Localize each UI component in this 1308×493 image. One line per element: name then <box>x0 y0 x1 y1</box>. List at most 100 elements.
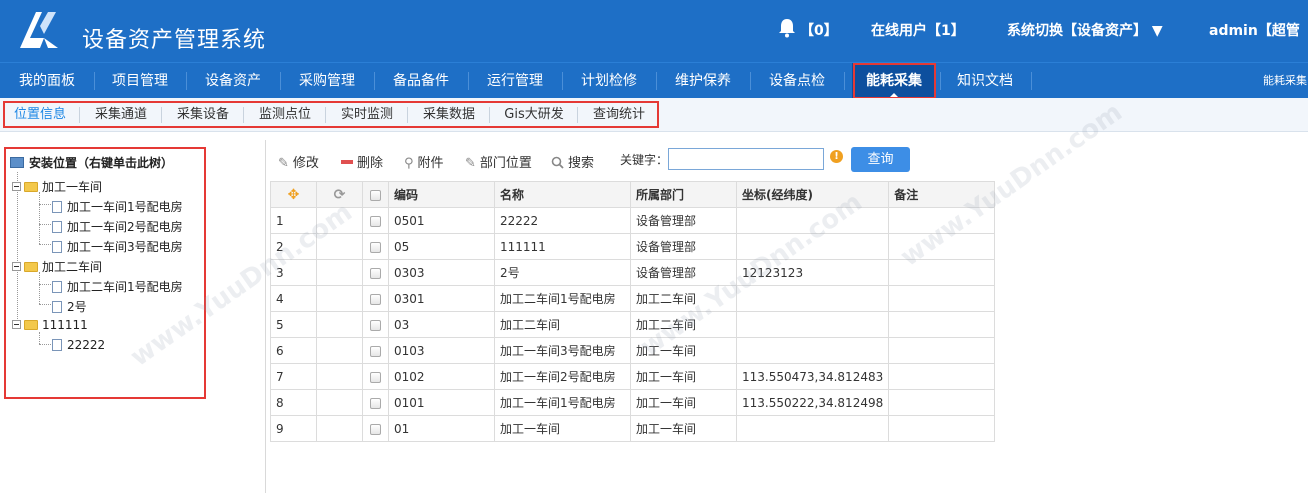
search-icon <box>551 156 564 169</box>
tree-node-label: 加工二车间 <box>42 260 103 274</box>
folder-icon <box>24 181 38 192</box>
nav-item-planned-maintenance[interactable]: 计划检修 <box>562 63 656 99</box>
table-row[interactable]: 6 0103 加工一车间3号配电房 加工一车间 <box>270 337 996 364</box>
paperclip-icon: ⚲ <box>404 156 414 171</box>
tree-node-file[interactable]: 2号 <box>52 298 87 315</box>
table-row[interactable]: 9 01 加工一车间 加工一车间 <box>270 415 996 442</box>
row-checkbox[interactable] <box>362 311 389 338</box>
cell-code: 01 <box>388 415 495 442</box>
nav-item-operations[interactable]: 运行管理 <box>468 63 562 99</box>
query-button[interactable]: 查询 <box>851 147 910 172</box>
cell-department: 加工二车间 <box>630 311 737 338</box>
tree-node-label: 加工一车间2号配电房 <box>67 220 183 234</box>
user-menu[interactable]: admin【超管 <box>1209 20 1300 40</box>
row-checkbox[interactable] <box>362 259 389 286</box>
folder-icon <box>24 261 38 272</box>
system-switch-dropdown[interactable]: 系统切换【设备资产】 ▼ <box>1007 20 1163 40</box>
nav-item-projects[interactable]: 项目管理 <box>94 63 186 99</box>
file-icon <box>52 338 62 351</box>
row-checkbox[interactable] <box>362 285 389 312</box>
nav-item-inspection[interactable]: 设备点检 <box>750 63 844 99</box>
nav-item-upkeep[interactable]: 维护保养 <box>656 63 750 99</box>
nav-item-assets[interactable]: 设备资产 <box>186 63 280 99</box>
nav-item-dashboard[interactable]: 我的面板 <box>0 63 94 99</box>
row-number: 5 <box>270 311 317 338</box>
tree-node-label: 111111 <box>42 318 88 332</box>
cell-code: 03 <box>388 311 495 338</box>
tree-node-folder[interactable]: 加工一车间 <box>12 178 102 195</box>
cell-remarks <box>888 311 996 338</box>
nav-item-knowledge-docs[interactable]: 知识文档 <box>940 63 1030 99</box>
tree-root[interactable]: 安装位置（右键单击此树） <box>10 154 173 171</box>
tree-node-file[interactable]: 22222 <box>52 338 105 352</box>
tree-node-label: 2号 <box>67 300 87 314</box>
collapse-icon[interactable] <box>12 262 21 271</box>
row-checkbox[interactable] <box>362 363 389 390</box>
location-table: ✥ ⟳ 编码 名称 所属部门 坐标(经纬度) 备注 1 0501 22222 设备管… <box>270 181 996 442</box>
cell-code: 0102 <box>388 363 495 390</box>
cell-department: 加工一车间 <box>630 415 737 442</box>
table-row[interactable]: 2 05 111111 设备管理部 <box>270 233 996 260</box>
cell-coordinates <box>735 415 890 442</box>
keyword-input[interactable] <box>668 148 824 170</box>
table-row[interactable]: 3 0303 2号 设备管理部 12123123 <box>270 259 996 286</box>
row-checkbox[interactable] <box>362 415 389 442</box>
refresh-icon[interactable]: ⟳ <box>316 181 363 208</box>
row-checkbox[interactable] <box>362 337 389 364</box>
tree-node-file[interactable]: 加工二车间1号配电房 <box>52 278 183 295</box>
table-row[interactable]: 8 0101 加工一车间1号配电房 加工一车间 113.550222,34.81249… <box>270 389 996 416</box>
tree-node-file[interactable]: 加工一车间3号配电房 <box>52 238 183 255</box>
tree-node-file[interactable]: 加工一车间2号配电房 <box>52 218 183 235</box>
file-icon <box>52 240 62 253</box>
row-number: 2 <box>270 233 317 260</box>
table-row[interactable]: 5 03 加工二车间 加工二车间 <box>270 311 996 338</box>
cell-department: 加工二车间 <box>630 285 737 312</box>
file-icon <box>52 300 62 313</box>
tree-node-file[interactable]: 加工一车间1号配电房 <box>52 198 183 215</box>
table-row[interactable]: 7 0102 加工一车间2号配电房 加工一车间 113.550473,34.81248… <box>270 363 996 390</box>
tree-node-folder[interactable]: 111111 <box>12 318 88 332</box>
search-button[interactable]: 搜索 <box>551 152 594 171</box>
cell-coordinates <box>735 233 890 260</box>
cell-name: 2号 <box>494 259 631 286</box>
tree-node-folder[interactable]: 加工二车间 <box>12 258 102 275</box>
tree-node-label: 加工二车间1号配电房 <box>67 280 183 294</box>
file-icon <box>52 280 62 293</box>
row-checkbox[interactable] <box>362 389 389 416</box>
delete-button[interactable]: 删除 <box>341 152 383 171</box>
notification-count[interactable]: 【0】 <box>800 20 838 40</box>
collapse-icon[interactable] <box>12 320 21 329</box>
row-checkbox[interactable] <box>362 233 389 260</box>
nav-item-purchasing[interactable]: 采购管理 <box>280 63 374 99</box>
nav-item-spare-parts[interactable]: 备品备件 <box>374 63 468 99</box>
app-logo-icon <box>20 12 58 48</box>
column-header-name[interactable]: 名称 <box>494 181 631 208</box>
table-row[interactable]: 1 0501 22222 设备管理部 <box>270 207 996 234</box>
cell-code: 05 <box>388 233 495 260</box>
row-number: 4 <box>270 285 317 312</box>
online-users[interactable]: 在线用户【1】 <box>871 20 965 40</box>
row-number: 8 <box>270 389 317 416</box>
cell-coordinates <box>735 285 890 312</box>
row-number: 6 <box>270 337 317 364</box>
cell-code: 0101 <box>388 389 495 416</box>
column-settings-icon[interactable]: ✥ <box>270 181 317 208</box>
row-checkbox[interactable] <box>362 207 389 234</box>
select-all-checkbox[interactable] <box>362 181 389 208</box>
cell-code: 0301 <box>388 285 495 312</box>
cell-name: 加工二车间 <box>494 311 631 338</box>
dept-location-button[interactable]: ✎ 部门位置 <box>465 152 532 171</box>
column-header-coordinates[interactable]: 坐标(经纬度) <box>735 181 890 208</box>
collapse-icon[interactable] <box>12 182 21 191</box>
attachment-button[interactable]: ⚲ 附件 <box>404 152 444 171</box>
table-row[interactable]: 4 0301 加工二车间1号配电房 加工二车间 <box>270 285 996 312</box>
cell-coordinates <box>735 207 890 234</box>
column-header-remarks[interactable]: 备注 <box>888 181 996 208</box>
bell-icon[interactable] <box>778 18 796 38</box>
cell-name: 加工一车间2号配电房 <box>494 363 631 390</box>
column-header-department[interactable]: 所属部门 <box>630 181 737 208</box>
column-header-code[interactable]: 编码 <box>388 181 495 208</box>
cell-code: 0103 <box>388 337 495 364</box>
edit-button[interactable]: ✎ 修改 <box>278 152 319 171</box>
cell-department: 加工一车间 <box>630 337 737 364</box>
